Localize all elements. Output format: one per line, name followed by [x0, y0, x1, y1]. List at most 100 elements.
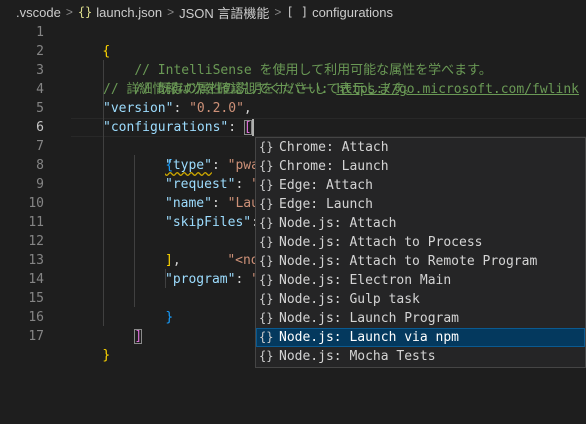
suggestion-item[interactable]: {} Node.js: Attach to Remote Program	[256, 252, 585, 271]
snippet-icon: {}	[259, 292, 274, 306]
suggestion-label: Edge: Attach	[279, 178, 373, 193]
code-line-14: "program": "	[165, 270, 259, 289]
snippet-icon: {}	[259, 216, 274, 230]
snippet-icon: {}	[259, 254, 274, 268]
line-number: 7	[36, 139, 44, 154]
line-number: 3	[36, 63, 44, 78]
code-line-6: "configurations": [	[103, 118, 254, 137]
code-line-8: "type": "pwa	[165, 156, 259, 175]
suggestion-item[interactable]: {} Node.js: Gulp task	[256, 290, 585, 309]
line-number-active: 6	[36, 120, 44, 135]
code-line-1: {	[71, 23, 110, 59]
breadcrumb-language[interactable]: JSON 言語機能	[179, 3, 269, 22]
code-line-2: // IntelliSense を使用して利用可能な属性を学べます。	[103, 42, 492, 78]
json-string-value: "0.2.0"	[189, 101, 244, 116]
line-number: 17	[28, 329, 44, 344]
breadcrumb-symbol[interactable]: configurations	[312, 5, 393, 20]
suggestion-label: Node.js: Launch via npm	[279, 330, 460, 345]
suggestion-label: Node.js: Electron Main	[279, 273, 452, 288]
snippet-icon: {}	[259, 311, 274, 325]
code-line-9: "request": "	[165, 175, 259, 194]
suggestion-item[interactable]: {} Node.js: Electron Main	[256, 271, 585, 290]
code-line-17: }	[71, 327, 110, 363]
json-key: "request"	[165, 177, 236, 192]
line-number: 4	[36, 82, 44, 97]
suggestion-item[interactable]: {} Edge: Launch	[256, 195, 585, 214]
code-line-15: }	[134, 289, 173, 325]
close-brace: }	[165, 310, 174, 325]
snippet-icon: {}	[259, 235, 274, 249]
snippet-icon: {}	[259, 140, 274, 154]
snippet-icon: {}	[259, 159, 274, 173]
suggestion-widget[interactable]: {} Chrome: Attach {} Chrome: Launch {} Edge…	[255, 137, 586, 368]
suggestion-item[interactable]: {} Node.js: Mocha Tests	[256, 347, 585, 366]
suggestion-label: Chrome: Attach	[279, 140, 389, 155]
text-cursor	[251, 119, 254, 136]
suggestion-label: Node.js: Attach to Process	[279, 235, 483, 250]
breadcrumb: .vscode > {} launch.json > JSON 言語機能 > […	[0, 0, 586, 24]
snippet-icon: {}	[259, 178, 274, 192]
code-line-3: // 既存の属性の説明をホバーして表示します。	[103, 61, 416, 97]
code-line-4: // 詳細情報は次を確認してください: https://go.microsoft…	[103, 80, 579, 99]
suggestion-item-selected[interactable]: {} Node.js: Launch via npm	[256, 328, 585, 347]
breadcrumb-file[interactable]: launch.json	[96, 5, 162, 20]
close-brace: }	[102, 348, 111, 363]
suggestion-label: Node.js: Mocha Tests	[279, 349, 436, 364]
json-key: "program"	[165, 272, 236, 287]
json-file-icon: {}	[77, 5, 93, 19]
json-key: "skipFiles"	[165, 215, 252, 230]
line-number: 14	[28, 272, 44, 287]
suggestion-item[interactable]: {} Chrome: Attach	[256, 138, 585, 157]
code-line-16: ]	[103, 308, 143, 344]
docs-link[interactable]: https://go.microsoft.com/fwlink	[336, 82, 579, 97]
json-key: "configurations"	[103, 120, 229, 135]
line-number: 13	[28, 253, 44, 268]
open-bracket-matched: [	[243, 120, 252, 135]
code-line-13: ],	[165, 251, 181, 270]
suggestion-label: Node.js: Launch Program	[279, 311, 460, 326]
suggestion-item[interactable]: {} Node.js: Attach to Process	[256, 233, 585, 252]
suggestion-label: Edge: Launch	[279, 197, 373, 212]
snippet-icon: {}	[259, 349, 274, 363]
suggestion-label: Chrome: Launch	[279, 159, 389, 174]
json-key: "name"	[165, 196, 212, 211]
code-line-11: "skipFiles":	[165, 213, 259, 232]
chevron-right-icon: >	[167, 5, 175, 19]
colon: :	[173, 101, 190, 116]
snippet-icon: {}	[259, 273, 274, 287]
colon: :	[211, 196, 228, 211]
close-bracket-matched: ]	[134, 329, 143, 344]
suggestion-item[interactable]: {} Edge: Attach	[256, 176, 585, 195]
line-number: 11	[28, 215, 44, 230]
snippet-icon: {}	[259, 330, 274, 344]
suggestion-label: Node.js: Attach	[279, 216, 397, 231]
line-number: 8	[36, 158, 44, 173]
line-number: 5	[36, 101, 44, 116]
line-number: 12	[28, 234, 44, 249]
code-line-5: "version": "0.2.0",	[103, 99, 252, 118]
line-number: 16	[28, 310, 44, 325]
colon: :	[235, 177, 252, 192]
line-number: 2	[36, 44, 44, 59]
line-number: 10	[28, 196, 44, 211]
snippet-icon: {}	[259, 197, 274, 211]
suggestion-label: Node.js: Attach to Remote Program	[279, 254, 538, 269]
line-number: 15	[28, 291, 44, 306]
suggestion-item[interactable]: {} Node.js: Launch Program	[256, 309, 585, 328]
line-number: 9	[36, 177, 44, 192]
suggestion-item[interactable]: {} Node.js: Attach	[256, 214, 585, 233]
suggestion-label: Node.js: Gulp task	[279, 292, 420, 307]
breadcrumb-folder[interactable]: .vscode	[16, 5, 61, 20]
comma: ,	[172, 253, 181, 268]
colon: :	[211, 158, 228, 173]
suggestion-item[interactable]: {} Chrome: Launch	[256, 157, 585, 176]
code-line-10: "name": "Lau	[165, 194, 259, 213]
array-symbol-icon: [ ]	[286, 5, 309, 19]
chevron-right-icon: >	[274, 5, 282, 19]
code-line-7: {	[134, 137, 173, 173]
comma: ,	[243, 101, 252, 116]
line-number: 1	[36, 25, 44, 40]
json-key: "version"	[103, 101, 174, 116]
colon: :	[235, 272, 252, 287]
json-key-warning: "type"	[165, 158, 212, 173]
